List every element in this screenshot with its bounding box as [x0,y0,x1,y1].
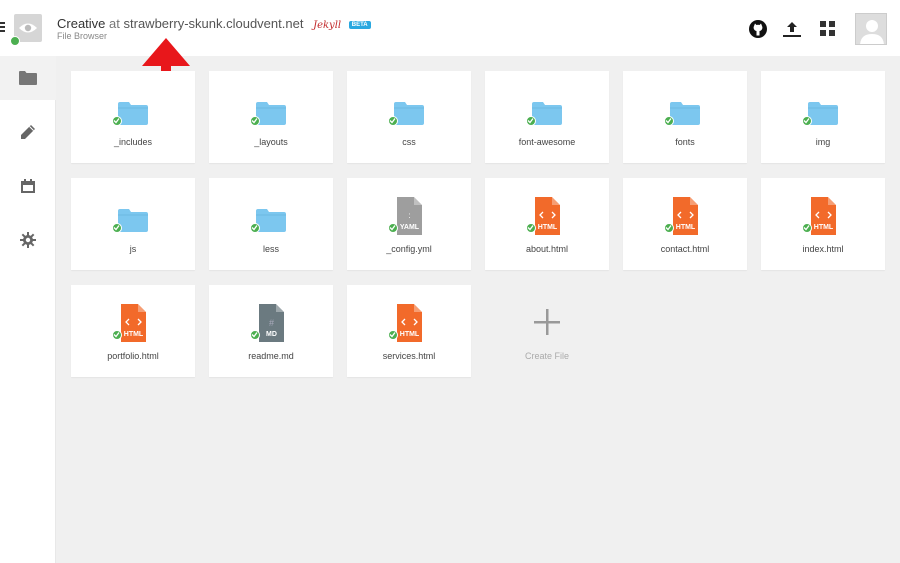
site-title: Creative at strawberry-skunk.cloudvent.n… [57,16,371,31]
file-card[interactable]: img [761,71,885,163]
file-name: _config.yml [386,244,432,254]
sidebar-item-files[interactable] [0,56,56,100]
file-type-badge: HTML [124,331,144,338]
folder-icon [392,96,426,130]
synced-check-icon [526,116,536,126]
create-file-button[interactable]: Create File [485,285,609,377]
github-button[interactable] [747,18,769,40]
synced-check-icon [250,116,260,126]
synced-check-icon [388,330,398,340]
jekyll-logo: Jekyll [313,20,342,31]
synced-check-icon [112,223,122,233]
file-card[interactable]: fonts [623,71,747,163]
file-name: contact.html [660,244,710,254]
synced-check-icon [802,223,812,233]
file-name: about.html [525,244,569,254]
synced-check-icon [250,223,260,233]
github-icon [749,20,767,38]
file-card[interactable]: js [71,178,195,270]
file-name: _includes [113,137,153,147]
file-name: fonts [675,137,695,147]
synced-check-icon [526,223,536,233]
synced-check-icon [112,116,122,126]
folder-icon [116,203,150,237]
folder-icon [668,96,702,130]
gear-icon [20,232,36,248]
file-card[interactable]: HTML contact.html [623,178,747,270]
folder-icon [254,203,288,237]
menu-icon[interactable] [0,22,5,34]
synced-check-icon [664,116,674,126]
file-card[interactable]: : YAML _config.yml [347,178,471,270]
top-bar: Creative at strawberry-skunk.cloudvent.n… [0,0,900,56]
pencil-icon [21,125,35,139]
user-icon [860,20,884,44]
file-type-badge: MD [266,331,277,338]
synced-check-icon [388,116,398,126]
folder-icon [116,96,150,130]
file-name: services.html [382,351,436,361]
file-card[interactable]: HTML about.html [485,178,609,270]
file-card[interactable]: HTML portfolio.html [71,285,195,377]
svg-text::: : [408,211,410,220]
file-card[interactable]: css [347,71,471,163]
file-name: readme.md [248,351,294,361]
file-type-badge: HTML [400,331,420,338]
sidebar-item-editor[interactable] [0,110,56,154]
user-avatar[interactable] [855,13,887,45]
file-name: font-awesome [518,137,576,147]
synced-check-icon [802,116,812,126]
file-card[interactable]: HTML services.html [347,285,471,377]
beta-badge: BETA [348,21,371,29]
file-card[interactable]: font-awesome [485,71,609,163]
folder-icon [254,96,288,130]
sidebar-item-settings[interactable] [0,218,56,262]
sidebar [0,56,56,563]
file-name: portfolio.html [107,351,159,361]
file-card[interactable]: HTML index.html [761,178,885,270]
at-text: at [109,16,120,31]
file-card[interactable]: _includes [71,71,195,163]
file-name: less [262,244,279,254]
folder-icon [19,71,37,85]
file-name: _layouts [254,137,288,147]
file-name: css [402,137,416,147]
synced-check-icon [388,223,398,233]
apps-grid-button[interactable] [817,18,839,40]
calendar-icon [21,179,35,193]
file-name: index.html [802,244,844,254]
file-type-badge: HTML [814,224,834,231]
create-file-label: Create File [524,351,569,361]
site-name: Creative [57,16,106,31]
upload-button[interactable] [781,18,803,40]
apps-grid-icon [820,21,835,36]
file-type-badge: YAML [400,224,420,231]
folder-icon [530,96,564,130]
folder-icon [806,96,840,130]
file-card[interactable]: less [209,178,333,270]
sidebar-item-calendar[interactable] [0,164,56,208]
file-name: js [129,244,137,254]
site-avatar[interactable] [10,14,42,46]
site-domain-link[interactable]: strawberry-skunk.cloudvent.net [124,16,304,31]
file-card[interactable]: # MD readme.md [209,285,333,377]
synced-check-icon [664,223,674,233]
synced-check-icon [250,330,260,340]
file-type-badge: HTML [676,224,696,231]
page-subtitle: File Browser [57,31,108,41]
synced-check-icon [112,330,122,340]
file-card[interactable]: _layouts [209,71,333,163]
plus-icon [530,305,564,339]
file-name: img [815,137,831,147]
file-type-badge: HTML [538,224,558,231]
site-status-icon [10,36,20,46]
svg-text:#: # [269,318,274,328]
upload-icon [783,22,801,37]
